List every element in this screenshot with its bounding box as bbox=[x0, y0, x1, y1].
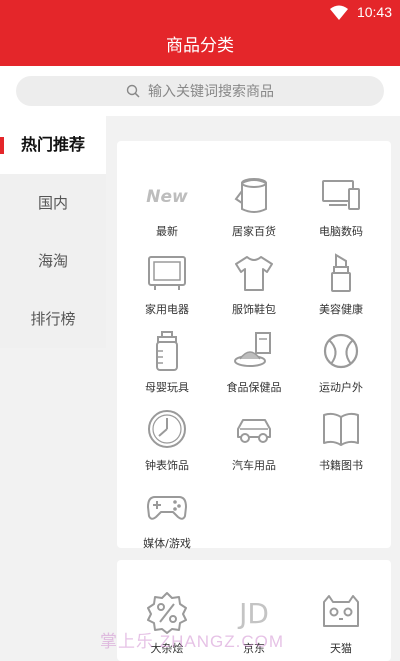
gamepad-icon bbox=[147, 496, 187, 520]
devices-icon bbox=[322, 180, 360, 210]
search-placeholder: 输入关键词搜索商品 bbox=[148, 84, 274, 100]
category-media[interactable]: 媒体/游戏 bbox=[122, 485, 212, 551]
category-home[interactable]: 居家百货 bbox=[209, 173, 299, 239]
status-time: 10:43 bbox=[356, 4, 392, 20]
book-icon bbox=[323, 412, 359, 446]
ball-icon bbox=[323, 333, 359, 369]
category-beauty[interactable]: 美容健康 bbox=[296, 251, 386, 317]
new-icon: New bbox=[146, 187, 188, 207]
category-books[interactable]: 书籍图书 bbox=[296, 407, 386, 473]
category-food[interactable]: 食品保健品 bbox=[209, 329, 299, 395]
tissue-roll-icon bbox=[234, 178, 267, 213]
category-auto[interactable]: 汽车用品 bbox=[209, 407, 299, 473]
category-baby[interactable]: 母婴玩具 bbox=[122, 329, 212, 395]
sidebar-item-hot[interactable]: 热门推荐 bbox=[0, 116, 106, 174]
category-new[interactable]: New 最新 bbox=[122, 173, 212, 239]
category-watch[interactable]: 钟表饰品 bbox=[122, 407, 212, 473]
category-apparel[interactable]: 服饰鞋包 bbox=[209, 251, 299, 317]
page-title: 商品分类 bbox=[0, 26, 400, 66]
wifi-icon bbox=[330, 5, 348, 20]
category-digital[interactable]: 电脑数码 bbox=[296, 173, 386, 239]
svg-text:JD: JD bbox=[237, 597, 269, 630]
baby-bottle-icon bbox=[156, 331, 178, 371]
category-sidebar: 热门推荐 国内 海淘 排行榜 bbox=[0, 116, 106, 348]
tshirt-icon bbox=[235, 256, 273, 291]
tv-icon bbox=[148, 256, 186, 290]
tmall-icon bbox=[323, 595, 359, 627]
food-icon bbox=[234, 332, 271, 367]
category-grid-card: New 最新 居家百货 电脑数码 家用电器 服饰鞋包 美容健康 母婴玩具 食品保… bbox=[117, 141, 391, 551]
search-icon bbox=[126, 84, 140, 98]
sidebar-item-domestic[interactable]: 国内 bbox=[0, 174, 106, 232]
clock-icon bbox=[148, 410, 186, 448]
shop-tmall[interactable]: 天猫 bbox=[296, 590, 386, 656]
sidebar-item-overseas[interactable]: 海淘 bbox=[0, 232, 106, 290]
watermark: 掌上乐 ZHANGZ.COM bbox=[100, 632, 284, 651]
category-appliance[interactable]: 家用电器 bbox=[122, 251, 212, 317]
status-bar: 10:43 bbox=[0, 0, 400, 26]
car-icon bbox=[237, 419, 271, 443]
svg-text:New: New bbox=[146, 187, 188, 207]
category-sports[interactable]: 运动户外 bbox=[296, 329, 386, 395]
search-area: 输入关键词搜索商品 bbox=[0, 66, 400, 116]
sidebar-item-ranking[interactable]: 排行榜 bbox=[0, 290, 106, 348]
lipstick-icon bbox=[331, 253, 351, 292]
search-input[interactable]: 输入关键词搜索商品 bbox=[16, 76, 384, 106]
